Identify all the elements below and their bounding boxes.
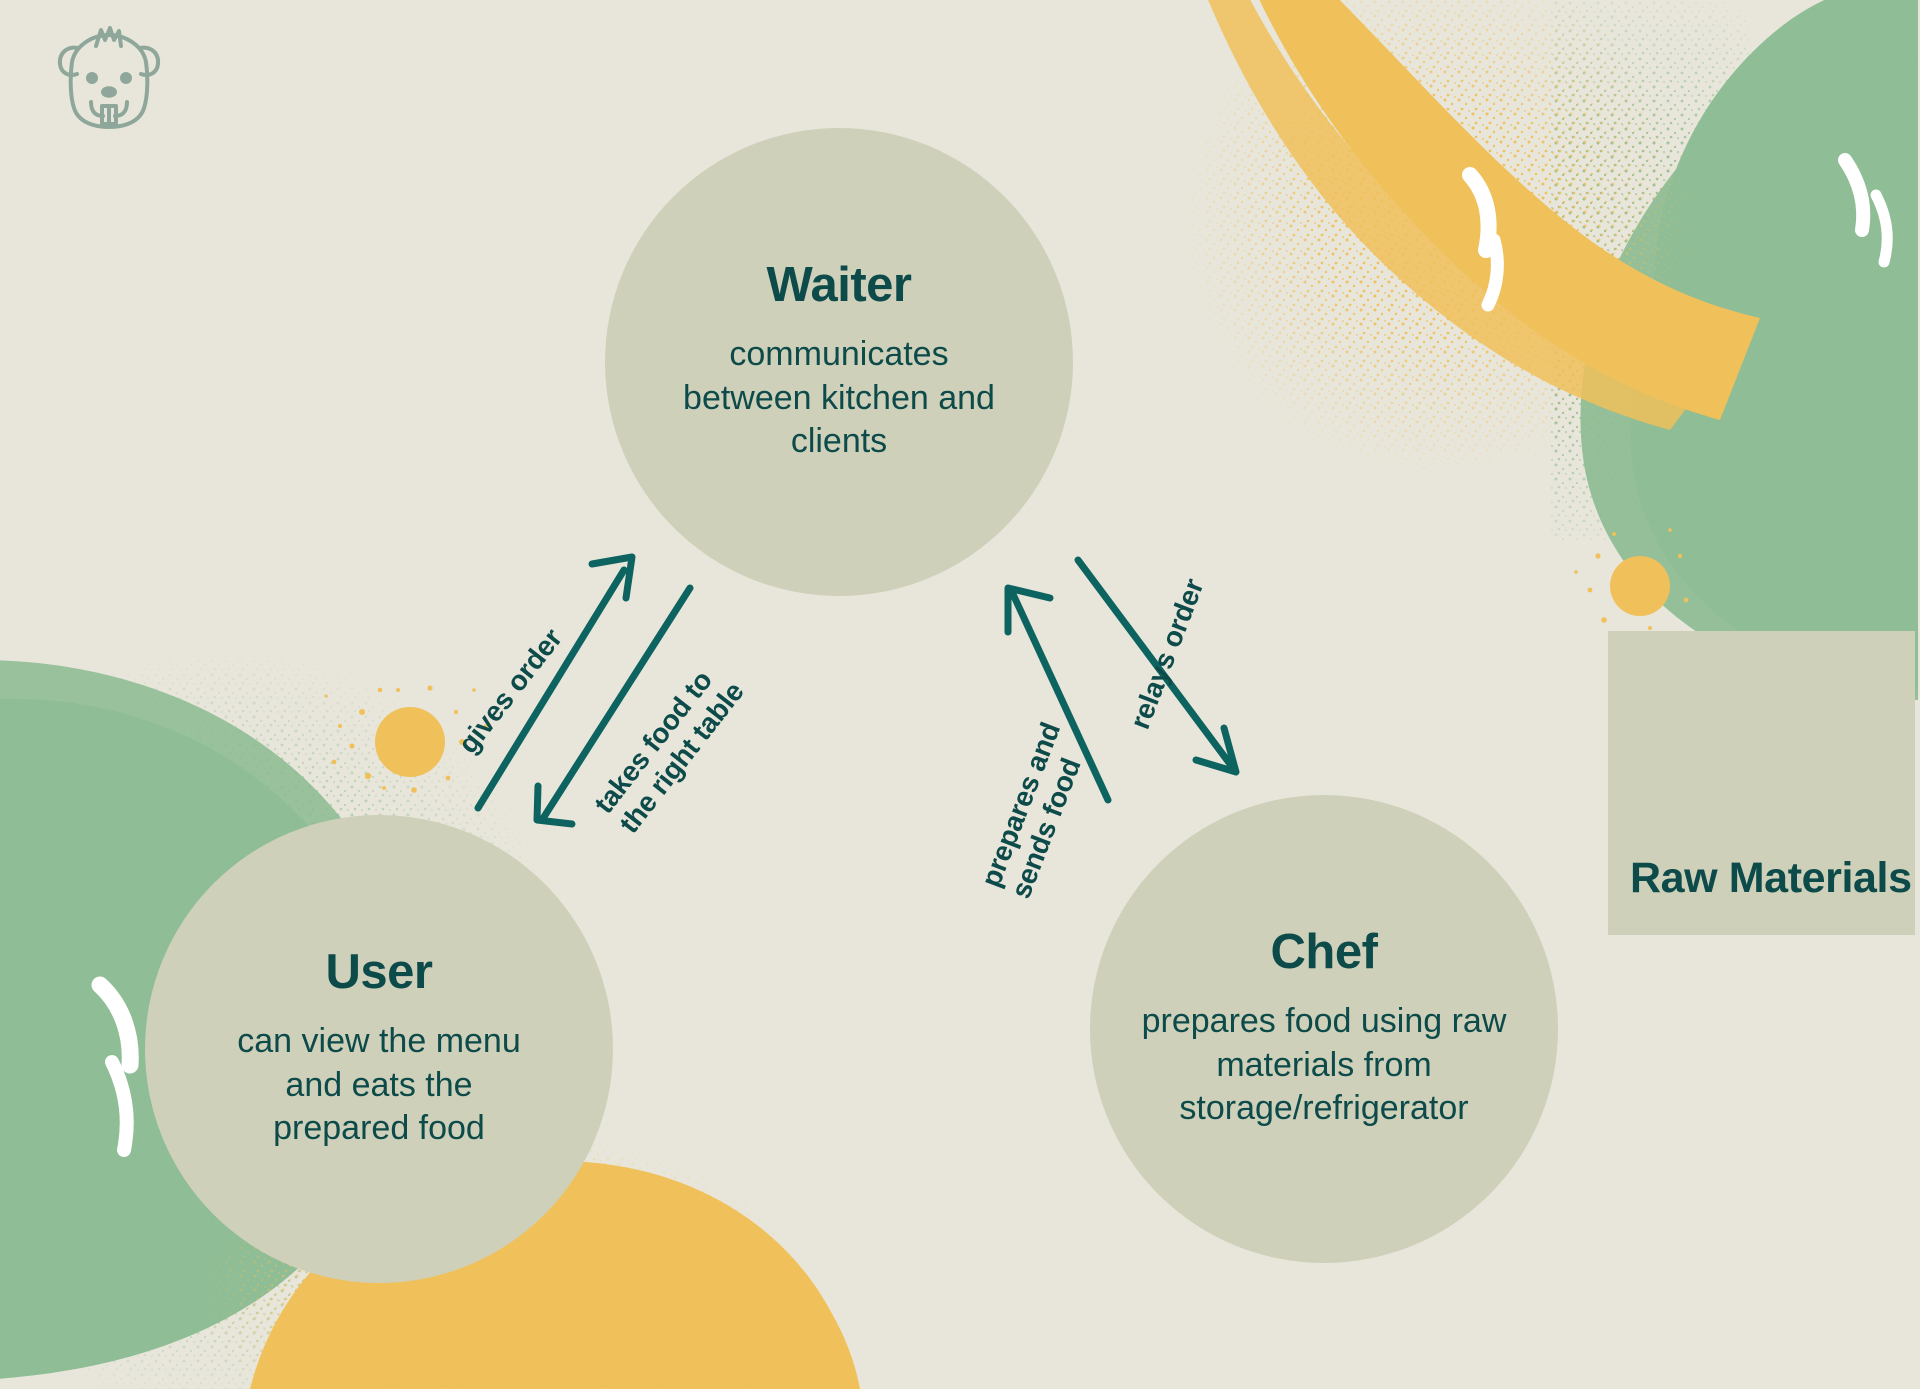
node-waiter[interactable]: Waiter communicates between kitchen and … bbox=[605, 128, 1073, 596]
node-user[interactable]: User can view the menu and eats the prep… bbox=[145, 815, 613, 1283]
node-chef-description: prepares food using raw materials from s… bbox=[1141, 1002, 1507, 1128]
node-chef-title: Chef bbox=[1270, 925, 1378, 979]
node-user-title: User bbox=[325, 945, 433, 999]
yellow-dot-right bbox=[1610, 556, 1670, 616]
node-waiter-title: Waiter bbox=[766, 258, 912, 312]
beaver-logo bbox=[57, 26, 161, 129]
node-chef[interactable]: Chef prepares food using raw materials f… bbox=[1090, 795, 1558, 1263]
raw-materials-box[interactable]: Raw Materials bbox=[1608, 631, 1915, 935]
diagram-canvas: Waiter communicates between kitchen and … bbox=[0, 0, 1920, 1389]
yellow-dot-left bbox=[375, 707, 445, 777]
node-waiter-description: communicates between kitchen and clients bbox=[683, 335, 995, 461]
yellow-speckle-top-right bbox=[1180, 0, 1700, 480]
node-user-description: can view the menu and eats the prepared … bbox=[237, 1022, 521, 1148]
raw-materials-title: Raw Materials bbox=[1630, 853, 1912, 902]
